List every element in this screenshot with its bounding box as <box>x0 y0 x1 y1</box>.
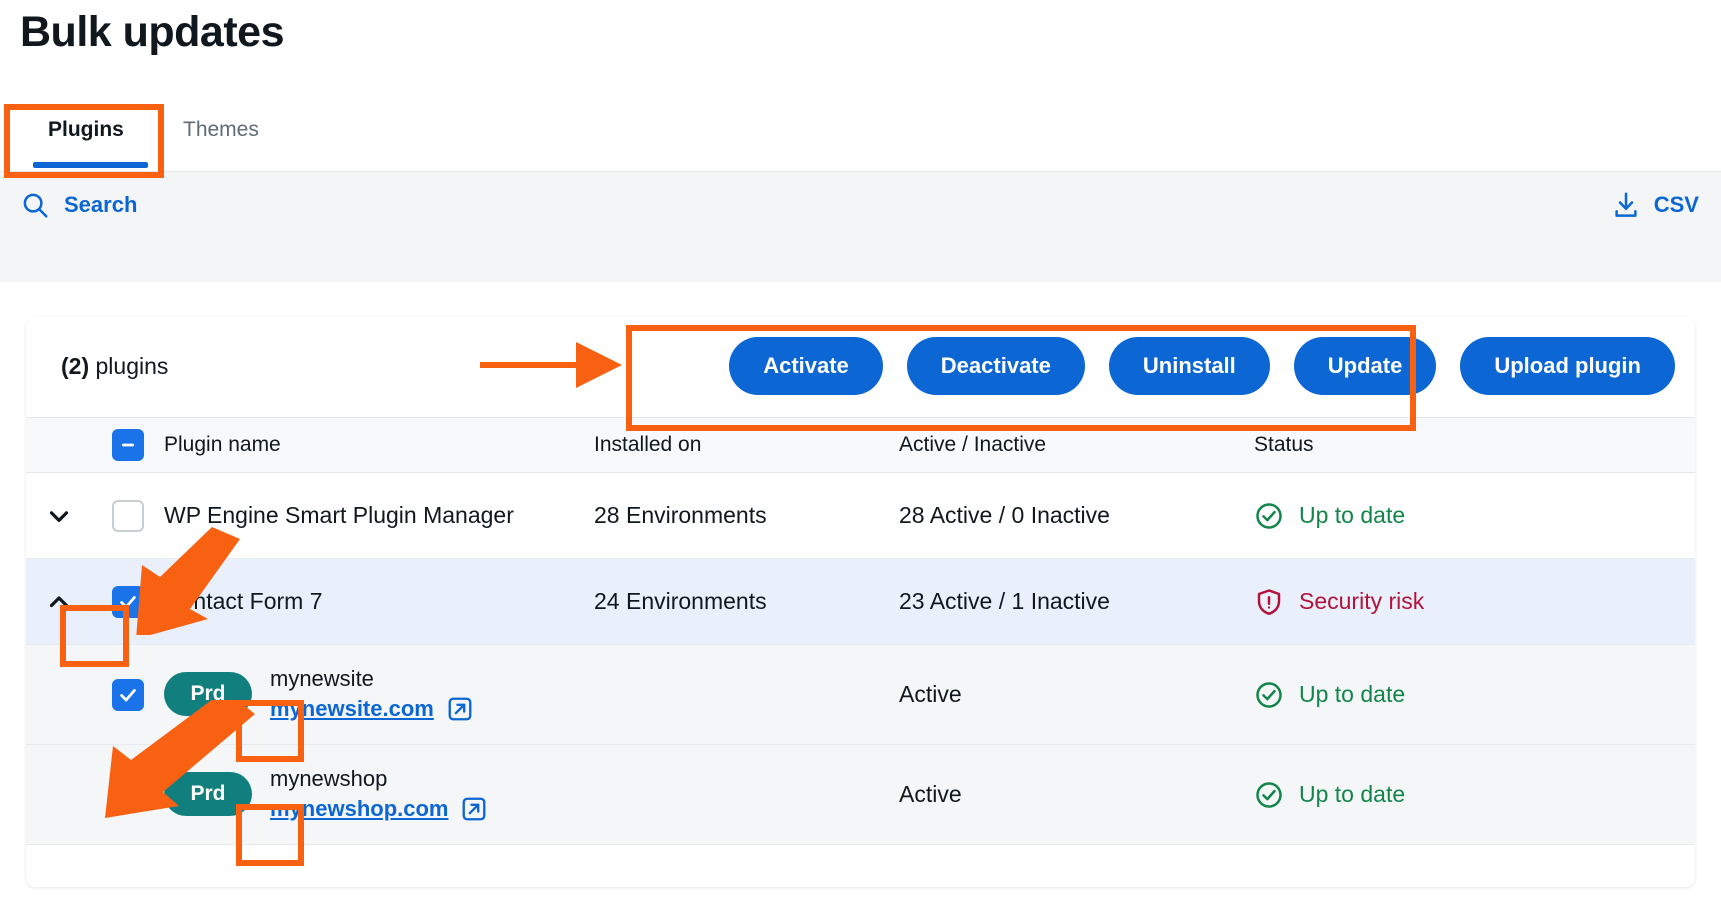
minus-icon <box>119 436 137 454</box>
row-collapse-cell <box>26 585 92 619</box>
row-checkbox-cell <box>92 499 164 532</box>
row-installed-on: 28 Environments <box>594 502 767 528</box>
external-link-icon[interactable] <box>460 795 488 823</box>
subrow-status: Up to date <box>1254 780 1695 810</box>
row-active-inactive: 28 Active / 0 Inactive <box>899 502 1110 528</box>
update-button[interactable]: Update <box>1293 337 1437 395</box>
row-installed-on: 24 Environments <box>594 588 767 614</box>
row-active-inactive: 23 Active / 1 Inactive <box>899 588 1110 614</box>
csv-label: CSV <box>1653 192 1699 217</box>
subrow-active-state: Active <box>899 681 962 707</box>
subrow-active-state: Active <box>899 781 962 807</box>
plugins-count: (2) plugins <box>61 353 168 380</box>
header-active-inactive: Active / Inactive <box>899 433 1047 456</box>
tab-active-indicator <box>33 162 148 168</box>
upload-plugin-button[interactable]: Upload plugin <box>1460 337 1675 395</box>
page-title: Bulk updates <box>20 8 285 56</box>
subrow-status-label: Up to date <box>1299 681 1406 707</box>
header-status: Status <box>1254 433 1314 456</box>
header-plugin-name: Plugin name <box>164 433 281 456</box>
check-circle-icon <box>1254 501 1284 531</box>
subrow-site-url[interactable]: mynewsite.com <box>270 696 434 722</box>
deactivate-button[interactable]: Deactivate <box>906 337 1085 395</box>
subrow-site-url[interactable]: mynewshop.com <box>270 796 448 822</box>
row-checkbox[interactable] <box>112 585 144 618</box>
subrow-site-cell: Prd mynewsite mynewsite.com <box>164 666 594 723</box>
row-checkbox-cell <box>92 585 164 618</box>
select-all-checkbox[interactable] <box>112 429 144 461</box>
subrow-status: Up to date <box>1254 680 1695 710</box>
tab-plugins-label: Plugins <box>48 118 124 141</box>
row-status: Up to date <box>1254 501 1695 531</box>
header-installed-on: Installed on <box>594 433 702 456</box>
tab-themes[interactable]: Themes <box>183 104 259 172</box>
subrow-site-cell: Prd mynewshop mynewshop.com <box>164 766 594 823</box>
subrow-status-label: Up to date <box>1299 781 1406 807</box>
chevron-up-icon[interactable] <box>42 585 76 619</box>
table-toolbar: Search CSV <box>0 172 1721 282</box>
table-subrow[interactable]: Prd mynewshop mynewshop.com Active Up to… <box>26 745 1695 845</box>
row-checkbox[interactable] <box>112 499 144 532</box>
check-circle-icon <box>1254 780 1284 810</box>
environment-badge: Prd <box>164 672 252 717</box>
row-expand-cell <box>26 499 92 533</box>
search-icon <box>20 190 50 220</box>
card-header: (2) plugins Activate Deactivate Uninstal… <box>26 317 1695 417</box>
bulk-updates-page: Bulk updates Plugins Themes Search CSV (… <box>0 0 1721 906</box>
table-header-row: Plugin name Installed on Active / Inacti… <box>26 417 1695 473</box>
shield-alert-icon <box>1254 587 1284 617</box>
checkmark-icon <box>117 784 139 806</box>
row-plugin-name: Contact Form 7 <box>164 588 323 614</box>
plugins-card: (2) plugins Activate Deactivate Uninstal… <box>26 317 1695 887</box>
check-circle-icon <box>1254 680 1284 710</box>
search-label: Search <box>64 192 138 217</box>
subrow-checkbox[interactable] <box>112 678 144 711</box>
tab-themes-label: Themes <box>183 118 259 141</box>
row-status-label: Up to date <box>1299 502 1406 528</box>
select-all-checkbox-cell <box>92 429 164 461</box>
environment-badge: Prd <box>164 772 252 817</box>
table-subrow[interactable]: Prd mynewsite mynewsite.com Active Up to… <box>26 645 1695 745</box>
csv-download-button[interactable]: CSV <box>1611 190 1699 220</box>
row-plugin-name: WP Engine Smart Plugin Manager <box>164 502 514 528</box>
tab-bar: Plugins Themes <box>0 104 1721 172</box>
activate-button[interactable]: Activate <box>729 337 883 395</box>
table-row[interactable]: Contact Form 7 24 Environments 23 Active… <box>26 559 1695 645</box>
plugins-count-label: plugins <box>95 353 169 379</box>
plugins-count-value: (2) <box>61 353 90 379</box>
chevron-down-icon[interactable] <box>42 499 76 533</box>
bulk-action-buttons: Activate Deactivate Uninstall Update Upl… <box>729 337 1675 395</box>
subrow-site-name: mynewsite <box>270 665 374 691</box>
checkmark-icon <box>117 591 139 613</box>
subrow-site-name: mynewshop <box>270 765 388 791</box>
search-button[interactable]: Search <box>20 190 137 220</box>
external-link-icon[interactable] <box>446 695 474 723</box>
uninstall-button[interactable]: Uninstall <box>1108 337 1270 395</box>
subrow-checkbox[interactable] <box>112 778 144 811</box>
subrow-checkbox-cell <box>92 678 164 711</box>
checkmark-icon <box>117 684 139 706</box>
subrow-checkbox-cell <box>92 778 164 811</box>
table-row[interactable]: WP Engine Smart Plugin Manager 28 Enviro… <box>26 473 1695 559</box>
download-icon <box>1611 190 1641 220</box>
row-status-label: Security risk <box>1299 588 1425 614</box>
row-status: Security risk <box>1254 587 1695 617</box>
